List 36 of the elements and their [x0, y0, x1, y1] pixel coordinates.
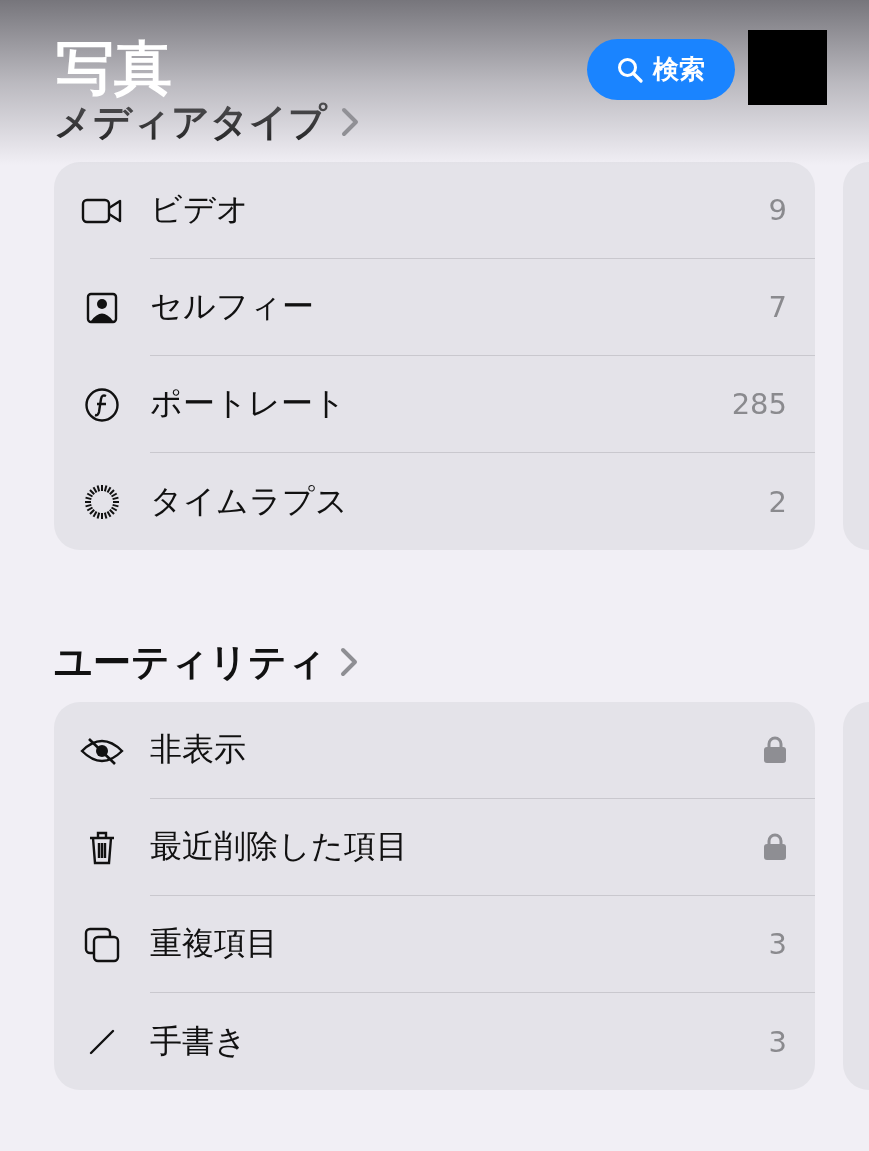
row-label: セルフィー: [150, 286, 315, 327]
page-title: 写真: [56, 38, 172, 98]
item-count: 3: [768, 1024, 787, 1059]
chevron-right-icon: [340, 647, 358, 677]
list-row[interactable]: 非表示: [54, 702, 815, 799]
row-label: 手書き: [150, 1020, 248, 1062]
list-row[interactable]: 重複項目 3: [54, 896, 815, 993]
person-portrait-icon: [86, 291, 118, 324]
item-count: 9: [768, 193, 787, 227]
list-row[interactable]: ポートレート 285: [54, 356, 815, 453]
search-icon: [617, 56, 643, 83]
row-label: 非表示: [150, 729, 247, 770]
pen-icon: [88, 1027, 116, 1056]
section-heading[interactable]: メディアタイプ: [54, 100, 327, 144]
item-count: 2: [768, 484, 787, 519]
item-count: 285: [731, 387, 787, 421]
section-heading[interactable]: ユーティリティ: [54, 640, 326, 684]
trash-icon: [87, 829, 117, 866]
dotted-circle-icon: [83, 482, 121, 521]
list-row[interactable]: 手書き 3: [54, 993, 815, 1090]
duplicate-squares-icon: [84, 926, 120, 963]
search-button[interactable]: 検索: [587, 39, 735, 100]
function-circle-icon: [84, 386, 120, 423]
list-row[interactable]: セルフィー 7: [54, 259, 815, 356]
row-label: 重複項目: [150, 923, 279, 964]
row-label: タイムラプス: [150, 480, 349, 522]
row-label: 最近削除した項目: [150, 826, 409, 867]
list-row[interactable]: 最近削除した項目: [54, 799, 815, 896]
list-row[interactable]: ビデオ 9: [54, 162, 815, 259]
item-count: 7: [768, 290, 787, 324]
item-count: 3: [768, 927, 787, 961]
row-label: ポートレート: [150, 383, 347, 424]
row-label: ビデオ: [150, 189, 250, 230]
chevron-right-icon: [341, 107, 359, 137]
list-row[interactable]: タイムラプス 2: [54, 453, 815, 550]
hidden-eye-icon: [79, 735, 125, 766]
